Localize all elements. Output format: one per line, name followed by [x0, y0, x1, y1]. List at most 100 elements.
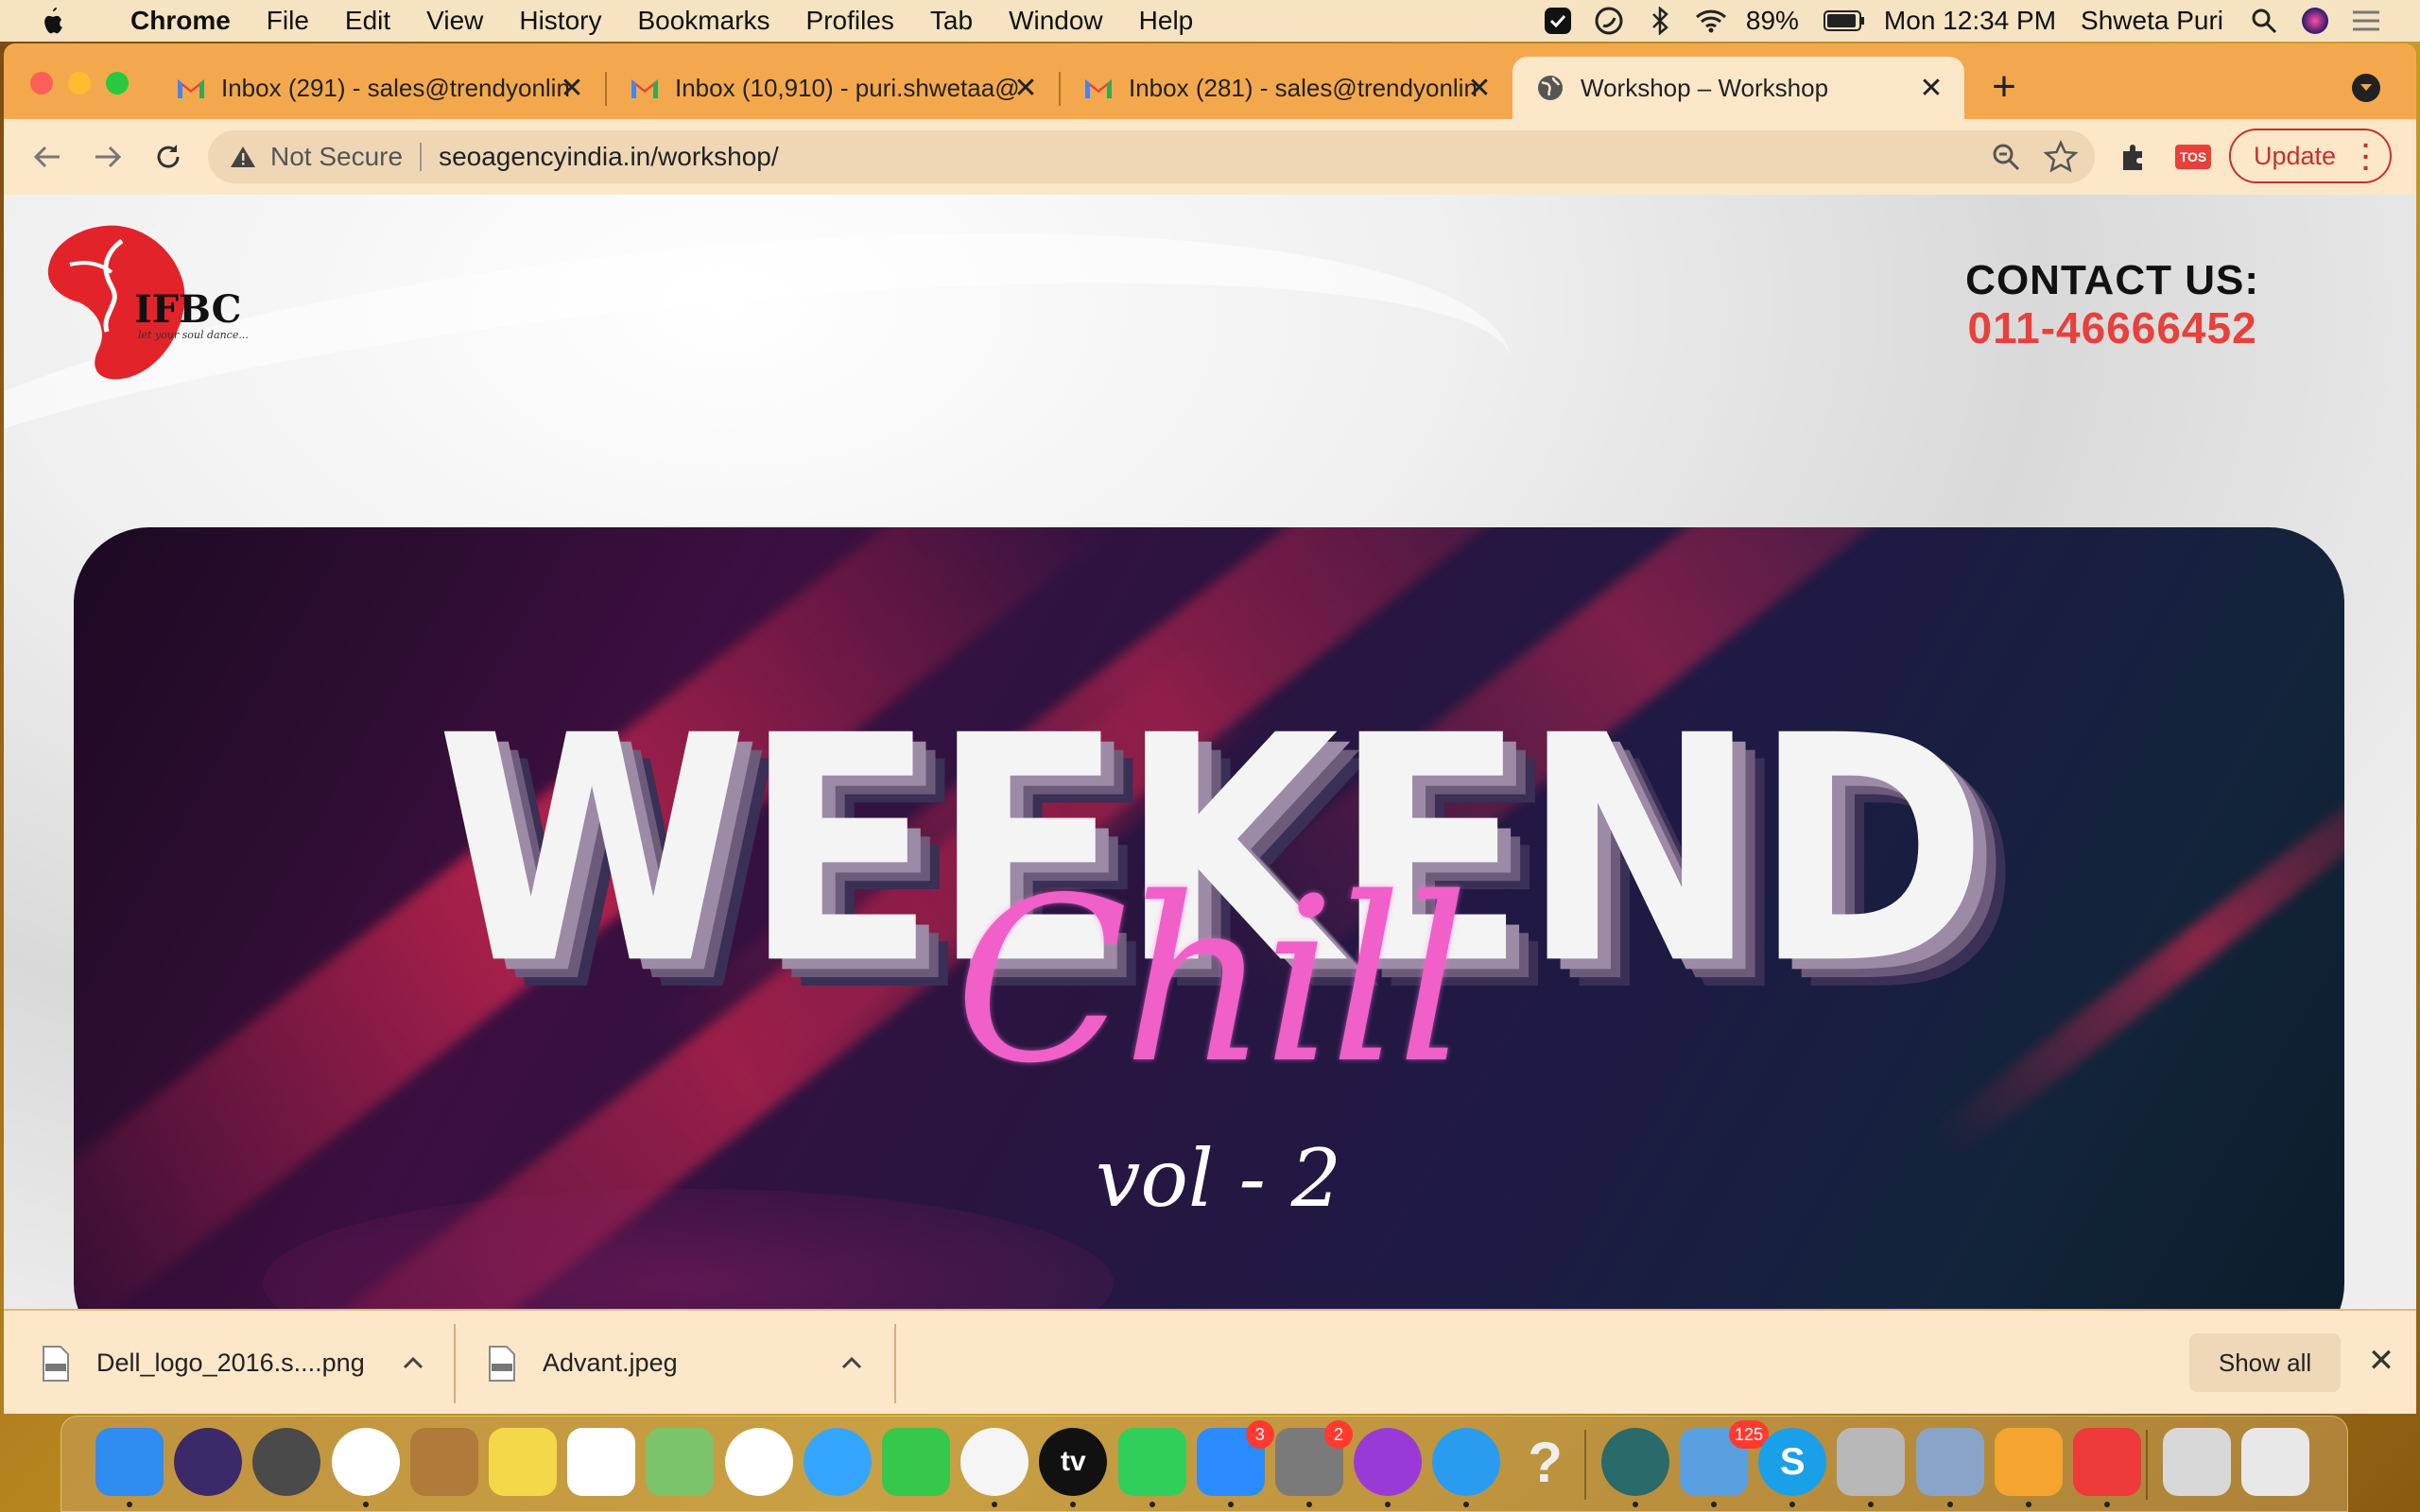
notification-badge: 2	[1324, 1420, 1353, 1449]
zoom-window-button[interactable]	[106, 72, 129, 94]
apple-menu-icon[interactable]	[38, 6, 66, 36]
update-label: Update	[2254, 141, 2337, 170]
contact-block: CONTACT US: 011-46666452	[1965, 257, 2259, 353]
back-button[interactable]	[26, 136, 68, 178]
tab-inbox-1[interactable]: Inbox (291) - sales@trendyonline ✕	[153, 57, 605, 119]
dock-anydesk-icon[interactable]	[2073, 1428, 2141, 1496]
close-tab-icon[interactable]: ✕	[558, 73, 586, 104]
menu-edit[interactable]: Edit	[345, 6, 390, 36]
dock-notes-icon[interactable]	[489, 1428, 557, 1496]
logo-text: IFBC	[134, 287, 242, 332]
download-filename: Advant.jpeg	[543, 1349, 678, 1377]
dock-safari-icon[interactable]	[1432, 1428, 1501, 1496]
dock-camo-icon[interactable]	[1600, 1428, 1669, 1496]
close-tab-icon[interactable]: ✕	[1465, 73, 1494, 104]
dock-messages-icon[interactable]	[803, 1428, 872, 1496]
dock-preview-icon[interactable]	[1915, 1428, 1984, 1496]
more-menu-icon[interactable]: · · ·	[2362, 132, 2371, 181]
dock-finder-icon[interactable]	[95, 1428, 164, 1496]
menu-history[interactable]: History	[519, 6, 601, 36]
menu-window[interactable]: Window	[1009, 6, 1103, 36]
jpeg-file-icon	[489, 1345, 515, 1382]
dock-tv-icon[interactable]: tv	[1039, 1428, 1108, 1496]
banner-script-title: Chill	[954, 849, 1469, 1113]
tab-workshop[interactable]: Workshop – Workshop ✕	[1512, 57, 1964, 119]
tos-extension-icon[interactable]: TOS	[2174, 138, 2212, 176]
close-tab-icon[interactable]: ✕	[1917, 73, 1945, 104]
menu-profiles[interactable]: Profiles	[806, 6, 894, 36]
gmail-icon	[630, 73, 660, 103]
minimize-window-button[interactable]	[68, 72, 91, 94]
zoom-icon[interactable]	[1991, 142, 2021, 172]
page-viewport: IFBC let your soul dance... CONTACT US: …	[4, 195, 2416, 1309]
dock-trash-icon[interactable]	[2241, 1428, 2310, 1496]
menu-app-name[interactable]: Chrome	[130, 6, 231, 36]
close-window-button[interactable]	[30, 72, 53, 94]
dock-whatsapp-icon[interactable]	[1117, 1428, 1186, 1496]
download-item[interactable]: Dell_logo_2016.s....png	[42, 1311, 448, 1414]
dock-pages-icon[interactable]	[1994, 1428, 2063, 1496]
show-all-button[interactable]: Show all	[2189, 1333, 2341, 1392]
tab-title: Inbox (281) - sales@trendyonline	[1129, 73, 1478, 102]
close-shelf-icon[interactable]: ✕	[2365, 1343, 2397, 1379]
bluetooth-icon[interactable]	[1644, 5, 1676, 37]
clock[interactable]: Mon 12:34 PM	[1884, 6, 2056, 36]
checkmark-status-icon[interactable]	[1542, 5, 1574, 37]
menu-file[interactable]: File	[267, 6, 309, 36]
extensions-puzzle-icon[interactable]	[2116, 138, 2153, 176]
menu-view[interactable]: View	[426, 6, 483, 36]
control-center-icon[interactable]	[2350, 5, 2382, 37]
menu-tab[interactable]: Tab	[930, 6, 973, 36]
downloads-shelf: Dell_logo_2016.s....png Advant.jpeg Show…	[4, 1309, 2416, 1414]
gmail-icon	[176, 73, 206, 103]
dock-maps-icon[interactable]	[646, 1428, 715, 1496]
dock: tv 3 2? 125 S	[60, 1416, 2348, 1512]
dock-launchpad-icon[interactable]	[252, 1428, 321, 1496]
png-file-icon	[43, 1345, 69, 1382]
tab-inbox-2[interactable]: Inbox (10,910) - puri.shwetaa@ ✕	[607, 57, 1059, 119]
new-tab-button[interactable]: +	[1985, 66, 2023, 108]
siri-icon[interactable]	[2299, 5, 2331, 37]
bookmark-star-icon[interactable]	[2044, 140, 2078, 174]
dock-chrome-icon[interactable]	[331, 1428, 400, 1496]
update-button[interactable]: Update · · ·	[2229, 129, 2392, 183]
dock-help-icon[interactable]: ?	[1512, 1428, 1580, 1496]
menu-help[interactable]: Help	[1139, 6, 1194, 36]
user-name[interactable]: Shweta Puri	[2081, 6, 2223, 36]
dock-reminders-icon[interactable]	[567, 1428, 636, 1496]
address-bar[interactable]: Not Secure seoagencyindia.in/workshop/	[208, 130, 2095, 183]
warning-icon[interactable]	[229, 143, 257, 171]
ifbc-logo[interactable]: IFBC let your soul dance...	[32, 217, 268, 387]
wifi-icon[interactable]	[1695, 5, 1727, 37]
dock-facetime-icon[interactable]	[882, 1428, 950, 1496]
dock-music-icon[interactable]	[960, 1428, 1029, 1496]
chevron-down-icon	[2360, 84, 2372, 91]
dock-podcasts-icon[interactable]	[1354, 1428, 1423, 1496]
battery-percent: 89%	[1745, 6, 1799, 35]
chevron-up-icon[interactable]	[399, 1349, 427, 1377]
dock-siri-icon[interactable]	[174, 1428, 243, 1496]
forward-button[interactable]	[87, 136, 129, 178]
notification-badge: 3	[1245, 1420, 1274, 1449]
sync-status-icon[interactable]	[1593, 5, 1625, 37]
reload-button[interactable]	[147, 136, 189, 178]
security-status[interactable]: Not Secure	[270, 142, 403, 172]
tab-inbox-3[interactable]: Inbox (281) - sales@trendyonline ✕	[1061, 57, 1512, 119]
contact-phone[interactable]: 011-46666452	[1965, 302, 2259, 353]
dock-skype-icon[interactable]: S	[1758, 1428, 1827, 1496]
menu-bookmarks[interactable]: Bookmarks	[637, 6, 769, 36]
close-tab-icon[interactable]: ✕	[1011, 73, 1040, 104]
spotlight-search-icon[interactable]	[2248, 5, 2280, 37]
tab-search-button[interactable]	[2352, 74, 2380, 102]
url-text[interactable]: seoagencyindia.in/workshop/	[439, 142, 779, 172]
dock-photos-icon[interactable]	[724, 1428, 793, 1496]
dock-downloads-icon[interactable]	[2163, 1428, 2232, 1496]
tab-title: Inbox (10,910) - puri.shwetaa@	[675, 73, 1020, 102]
chevron-up-icon[interactable]	[838, 1349, 866, 1377]
dock-keychain-access-icon[interactable]	[1837, 1428, 1906, 1496]
download-item[interactable]: Advant.jpeg	[488, 1311, 894, 1414]
banner-volume: vol - 2	[1095, 1132, 1342, 1225]
battery-icon[interactable]	[1823, 5, 1865, 37]
dock-contacts-icon[interactable]	[409, 1428, 478, 1496]
tab-title: Inbox (291) - sales@trendyonline	[221, 73, 571, 102]
